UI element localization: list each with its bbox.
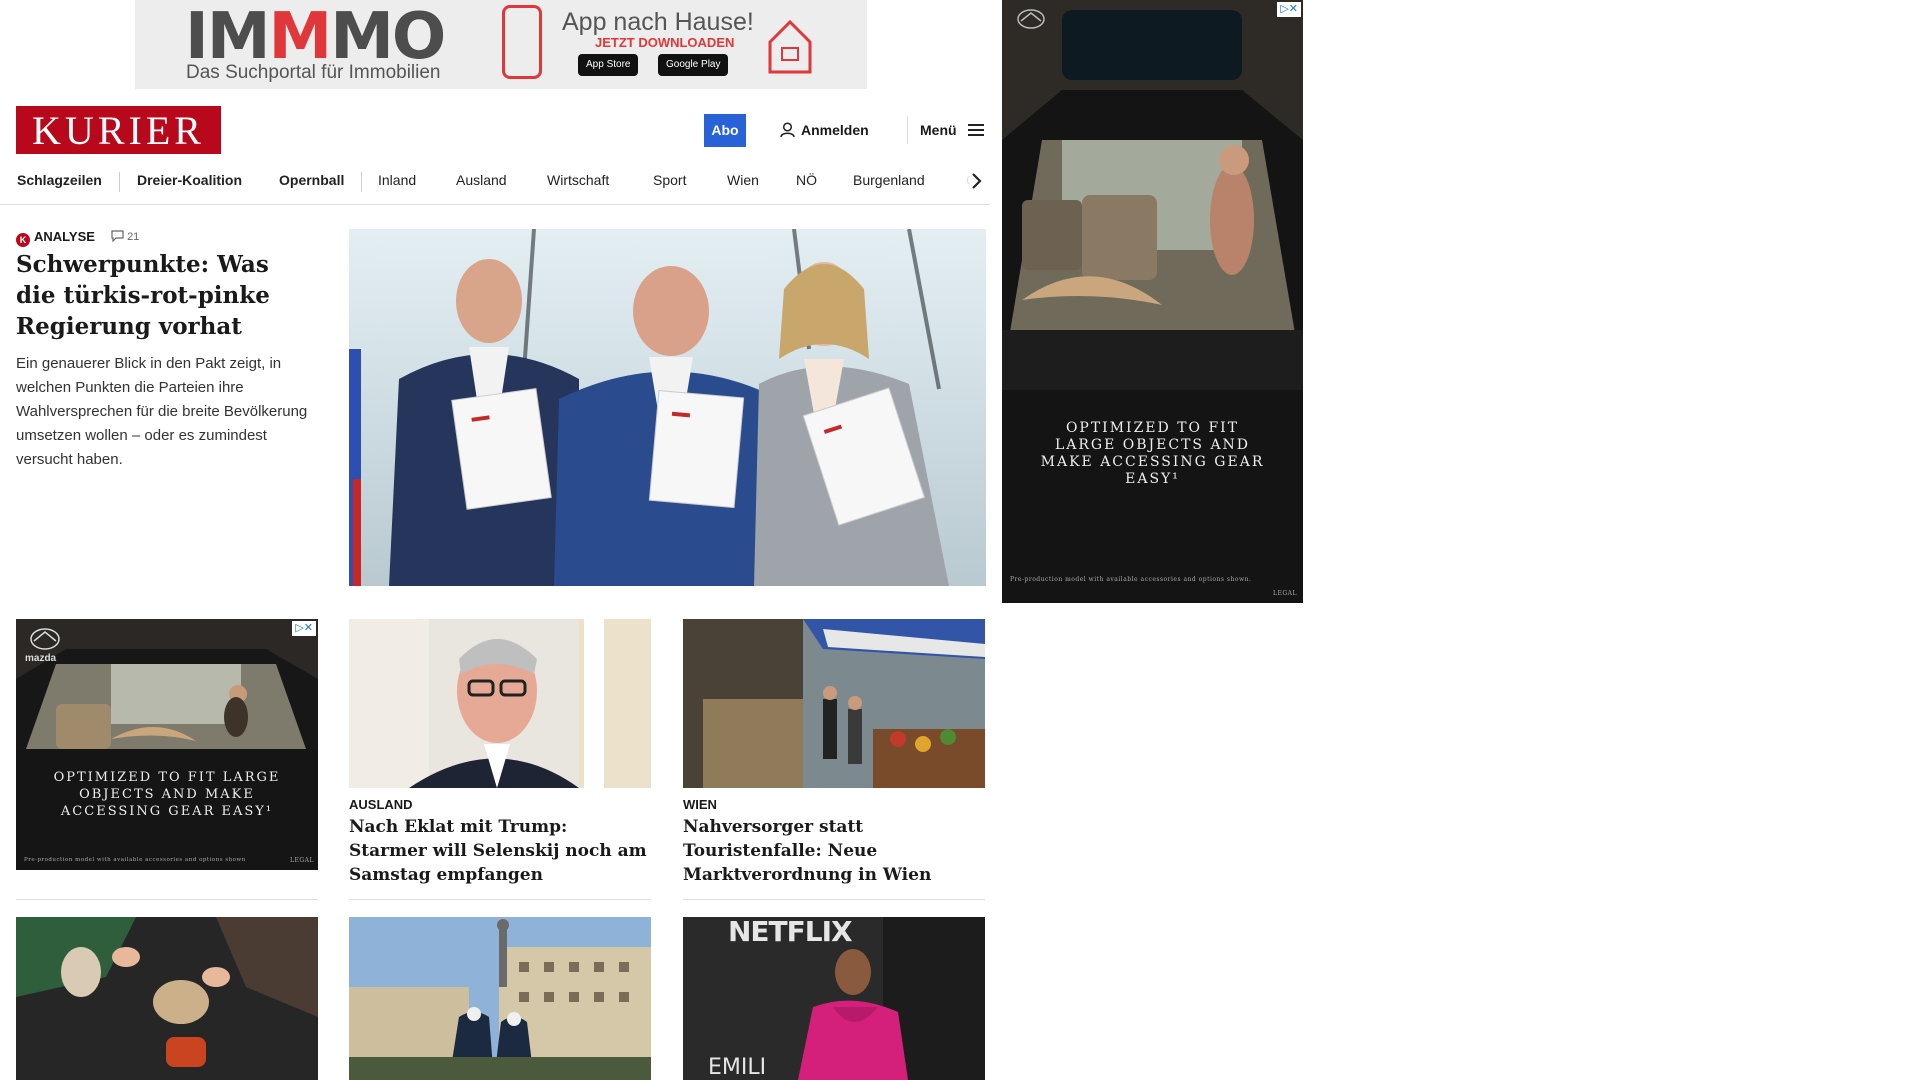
side-ad-mazda[interactable]: ▷✕ OPTIMIZED TO FIT LARGE OBJECTS AND MA… <box>1002 0 1303 603</box>
comment-count[interactable]: 21 <box>111 230 139 243</box>
nav-divider <box>119 172 120 192</box>
mazda-logo-icon <box>1017 9 1045 29</box>
starmer-photo <box>349 619 651 788</box>
mazda-logo-icon <box>30 628 60 650</box>
card-image-knitting[interactable] <box>16 917 318 1080</box>
login-label: Anmelden <box>801 122 869 138</box>
comment-icon <box>111 230 124 243</box>
hamburger-icon <box>968 124 985 136</box>
hero-title[interactable]: Schwerpunkte: Was die türkis-rot-pinke R… <box>16 249 316 342</box>
netflix-wordmark: NETFLIX <box>728 917 853 948</box>
nav-item-sport[interactable]: Sport <box>653 172 686 188</box>
side-ad-headline: OPTIMIZED TO FIT LARGE OBJECTS AND MAKE … <box>1040 420 1265 487</box>
user-icon <box>780 122 795 138</box>
nav-item-dreier-koalition[interactable]: Dreier-Koalition <box>137 172 242 188</box>
ad-choices-icon[interactable]: ▷✕ <box>292 621 316 636</box>
hero-photo <box>349 229 949 586</box>
top-banner-ad[interactable]: IMMMO Das Suchportal für Immobilien App … <box>135 0 867 89</box>
header-divider <box>907 116 908 144</box>
chevron-right-icon <box>972 173 982 189</box>
inline-ad-headline: OPTIMIZED TO FIT LARGE OBJECTS AND MAKE … <box>53 770 281 819</box>
nav-divider <box>361 172 362 192</box>
inline-ad-legal[interactable]: LEGAL <box>288 857 316 864</box>
phone-icon <box>502 5 542 79</box>
card-separator <box>349 899 651 900</box>
house-icon <box>768 19 812 74</box>
nav-scroll-right[interactable] <box>963 168 987 194</box>
google-play-button[interactable]: Google Play <box>658 54 729 76</box>
nav-item-wirtschaft[interactable]: Wirtschaft <box>547 172 609 188</box>
knitting-photo <box>16 917 318 1080</box>
nav-item-wien[interactable]: Wien <box>727 172 759 188</box>
nav-item-opernball[interactable]: Opernball <box>279 172 344 188</box>
emilia-wordmark: EMILI <box>708 1055 767 1080</box>
market-photo <box>683 619 985 788</box>
card-section-wien[interactable]: WIEN <box>683 797 717 812</box>
side-ad-visual <box>1002 0 1303 603</box>
hero-lead: Ein genauerer Blick in den Pakt zeigt, i… <box>16 355 308 468</box>
nav-item-noe[interactable]: NÖ <box>796 172 817 188</box>
card-title-starmer[interactable]: Nach Eklat mit Trump: Starmer will Selen… <box>349 815 649 887</box>
card-separator <box>683 899 985 900</box>
card-image-markt[interactable] <box>683 619 985 788</box>
banner-headline: App nach Hause! <box>562 8 754 36</box>
nav-item-burgenland[interactable]: Burgenland <box>853 172 925 188</box>
hero-image[interactable] <box>349 229 986 586</box>
card-title-markt[interactable]: Nahversorger statt Touristenfalle: Neue … <box>683 815 983 887</box>
menu-label: Menü <box>920 122 957 138</box>
hero-kicker: K ANALYSE <box>16 229 95 247</box>
card-section-ausland[interactable]: AUSLAND <box>349 797 413 812</box>
banner-cta[interactable]: JETZT DOWNLOADEN <box>595 35 734 50</box>
nav-item-schlagzeilen[interactable]: Schlagzeilen <box>17 172 102 188</box>
vatican-photo <box>349 917 651 1080</box>
app-store-button[interactable]: App Store <box>578 54 639 76</box>
card-image-vatican[interactable] <box>349 917 651 1080</box>
nav-item-inland[interactable]: Inland <box>378 172 416 188</box>
banner-slogan: Das Suchportal für Immobilien <box>186 62 441 83</box>
card-image-starmer[interactable] <box>349 619 651 788</box>
kurier-logo[interactable]: KURIER <box>16 106 221 154</box>
nav-item-ausland[interactable]: Ausland <box>456 172 507 188</box>
card-image-netflix[interactable]: NETFLIX EMILI <box>683 917 985 1080</box>
immmo-logo: IMMMO <box>185 0 446 74</box>
side-ad-fineprint: Pre-production model with available acce… <box>1010 576 1252 583</box>
card-separator <box>16 899 318 900</box>
section-nav: Schlagzeilen Dreier-Koalition Opernball … <box>0 164 990 205</box>
inline-ad-fineprint: Pre-production model with available acce… <box>24 857 246 863</box>
menu-button[interactable]: Menü <box>920 122 985 138</box>
kurier-k-icon: K <box>16 233 30 247</box>
ad-choices-icon[interactable]: ▷✕ <box>1277 2 1301 17</box>
inline-ad-mazda[interactable]: ▷✕ mazda OPTIMIZED TO FIT LARGE OBJECTS … <box>16 619 318 870</box>
side-ad-legal[interactable]: LEGAL <box>1270 590 1300 597</box>
abo-button[interactable]: Abo <box>704 114 746 147</box>
mazda-brand-label: mazda <box>25 653 57 664</box>
login-button[interactable]: Anmelden <box>780 122 869 138</box>
inline-ad-visual <box>16 619 318 870</box>
